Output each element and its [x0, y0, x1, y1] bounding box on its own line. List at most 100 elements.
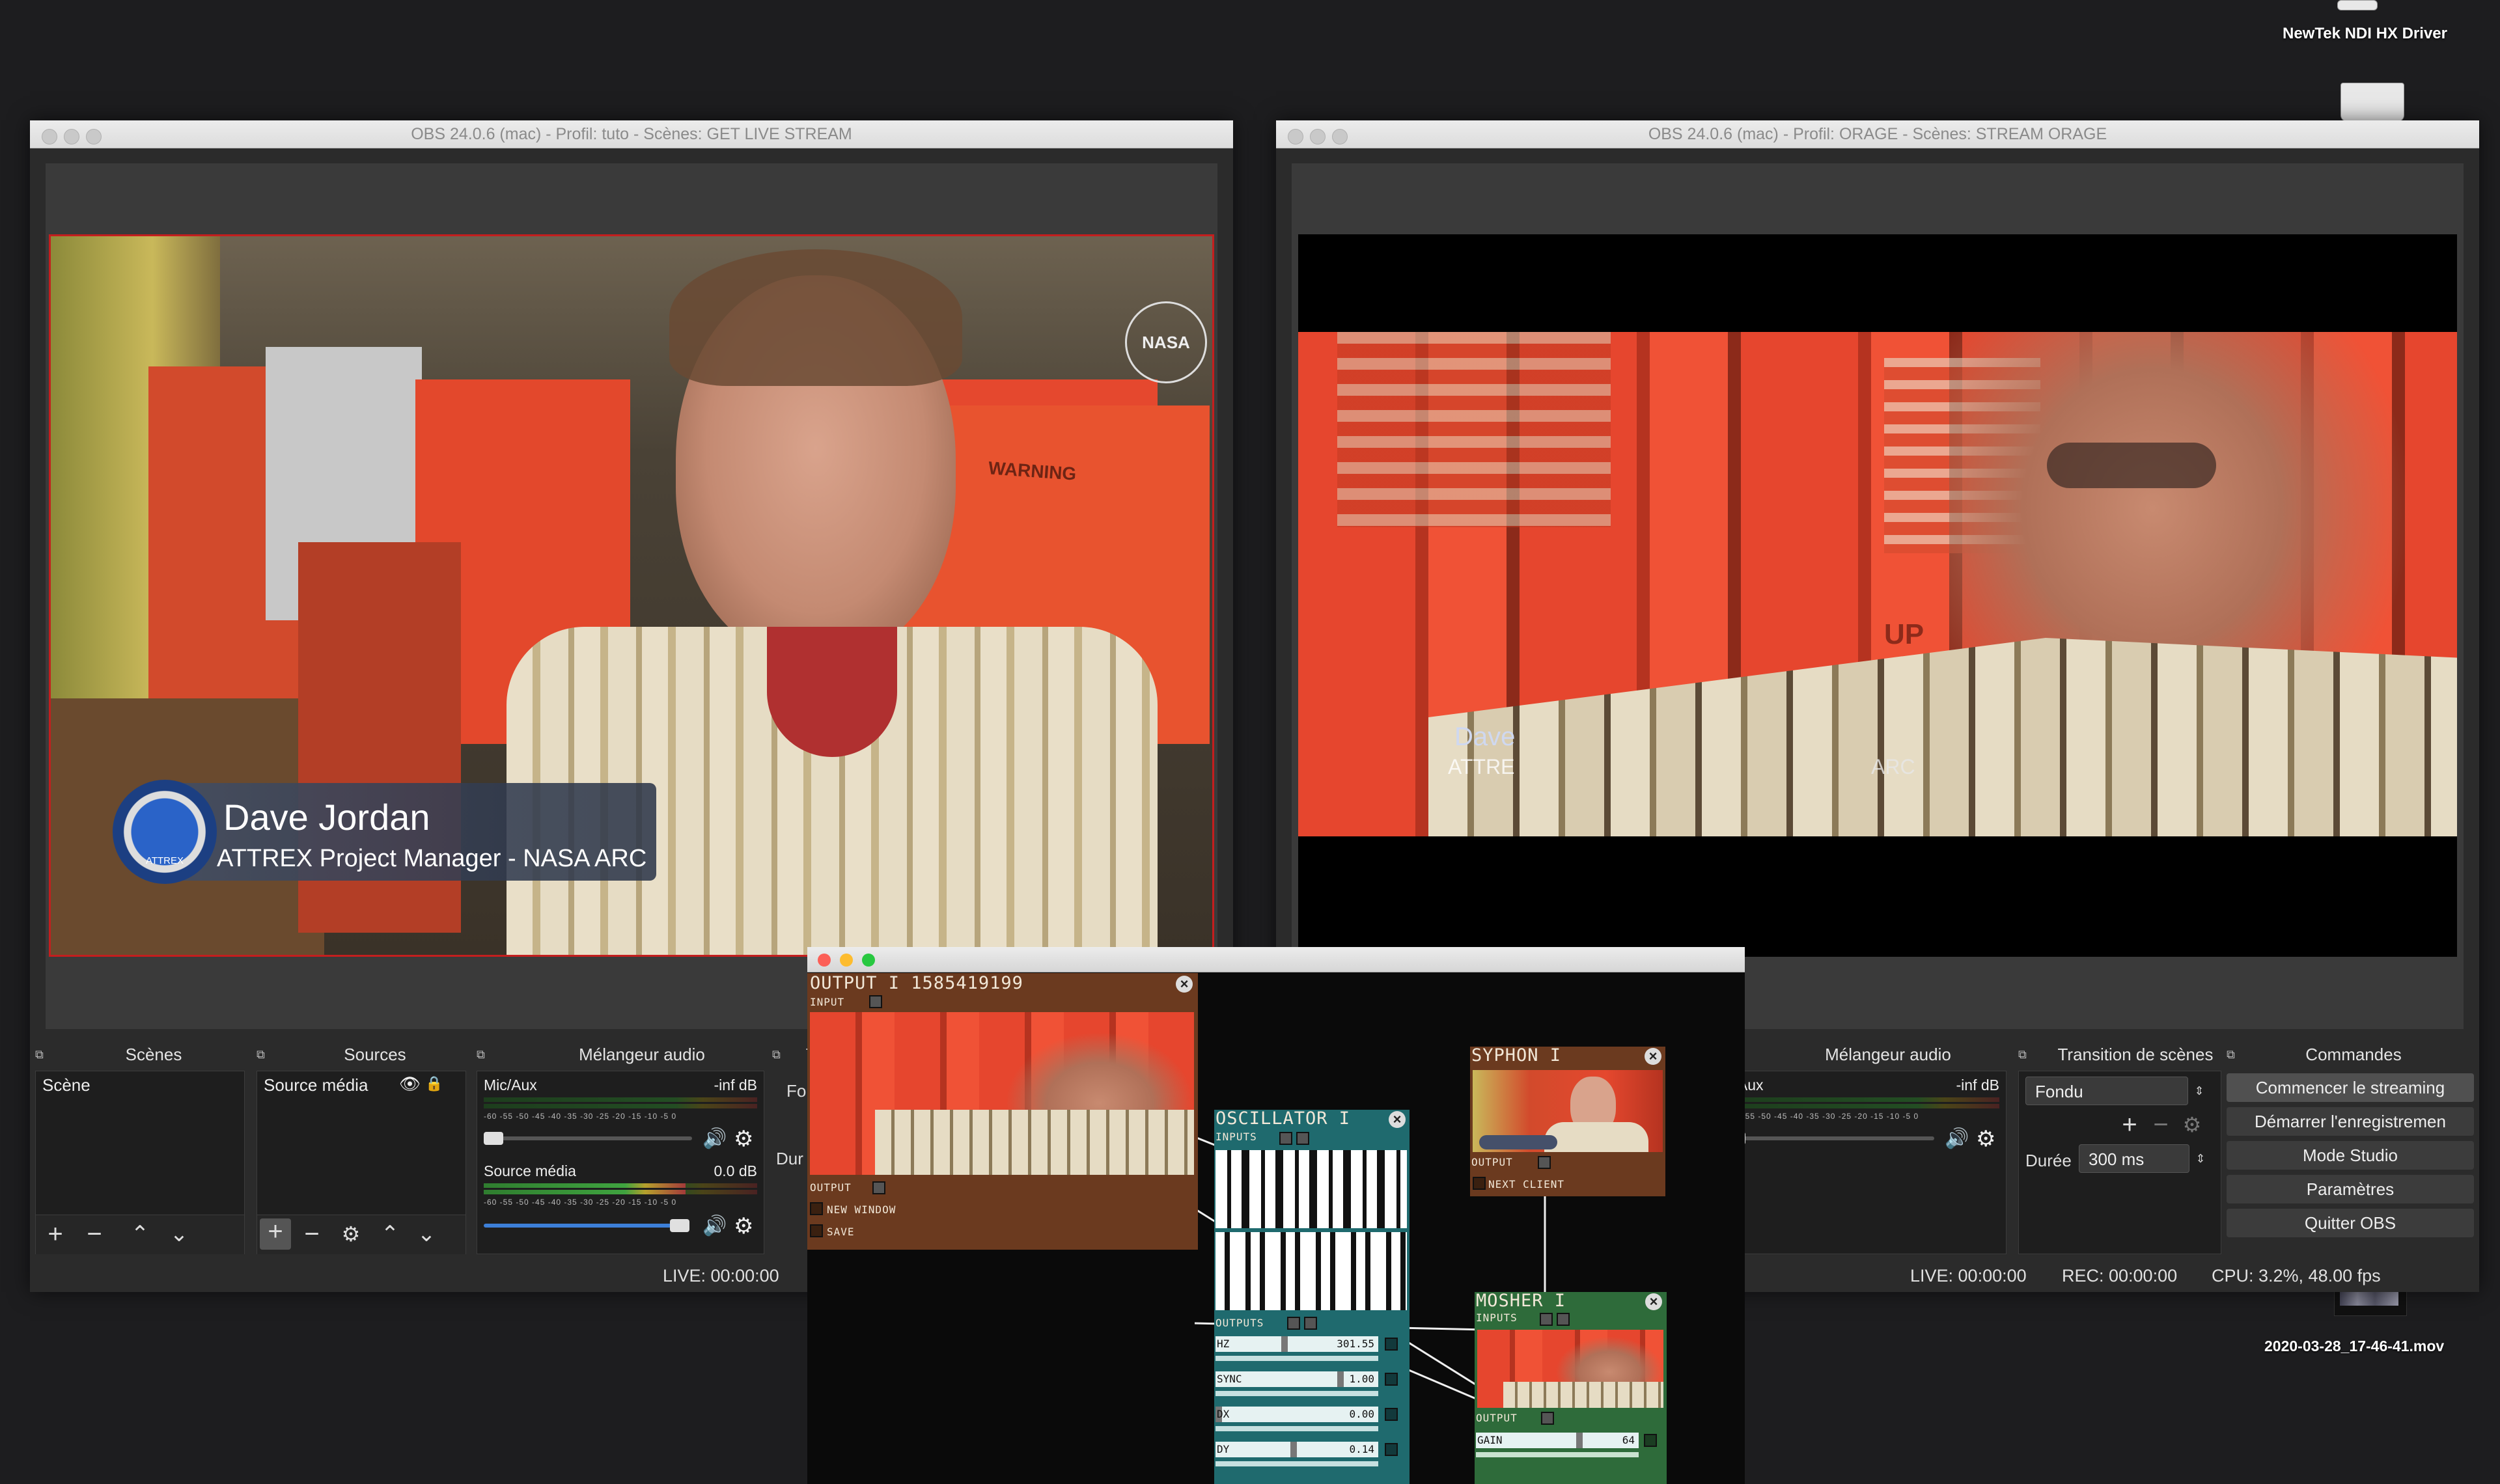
gain-slider-knob[interactable]	[1576, 1433, 1583, 1448]
oscillator-param-track	[1215, 1426, 1378, 1431]
move-scene-up-button[interactable]: ⌃	[127, 1221, 153, 1247]
movie-file-label[interactable]: 2020-03-28_17-46-41.mov	[2264, 1338, 2444, 1355]
move-scene-down-button[interactable]: ⌄	[166, 1221, 192, 1247]
oscillator-outputs-label: OUTPUTS	[1215, 1317, 1264, 1329]
remove-scene-button[interactable]: −	[81, 1221, 107, 1247]
volume-meter	[1726, 1104, 1999, 1108]
source-properties-gear-icon[interactable]: ⚙	[338, 1221, 364, 1247]
mixer-gear-icon[interactable]: ⚙	[734, 1213, 753, 1239]
dock-float-icon[interactable]: ⧉	[257, 1043, 265, 1065]
volume-slider[interactable]	[484, 1136, 692, 1140]
oscillator-param-slider[interactable]: DX 0.00	[1215, 1407, 1378, 1422]
oscillator-param-slider[interactable]: SYNC 1.00	[1215, 1371, 1378, 1387]
mosher-output-port[interactable]	[1541, 1412, 1554, 1425]
titlebar[interactable]: OBS 24.0.6 (mac) - Profil: tuto - Scènes…	[30, 120, 1233, 148]
start-streaming-button[interactable]: Commencer le streaming	[2227, 1073, 2474, 1102]
add-scene-button[interactable]: +	[42, 1221, 68, 1247]
remove-source-button[interactable]: −	[299, 1221, 325, 1247]
move-source-up-button[interactable]: ⌃	[377, 1221, 403, 1247]
syphon-output-port[interactable]	[1538, 1156, 1551, 1169]
oscillator-param-knob[interactable]	[1281, 1336, 1288, 1352]
drive-icon[interactable]	[2340, 83, 2404, 122]
volume-slider[interactable]	[1726, 1136, 1934, 1140]
ndi-drive-icon[interactable]	[2337, 0, 2378, 10]
speaker-icon[interactable]: 🔊	[1945, 1127, 1969, 1150]
output-output-port[interactable]	[872, 1181, 885, 1194]
preview-video[interactable]: WARNING NASA ATTREX Dave Jordan ATTREX P…	[49, 234, 1214, 957]
dock-float-icon[interactable]: ⧉	[2018, 1043, 2027, 1065]
oscillator-param-knob[interactable]	[1337, 1371, 1344, 1387]
oscillator-param-port[interactable]	[1385, 1408, 1398, 1421]
oscillator-node[interactable]: OSCILLATOR I × INPUTS OUTPUTS HZ 301.55 SY…	[1214, 1108, 1410, 1484]
oscillator-param-knob[interactable]	[1290, 1442, 1297, 1457]
dock-float-icon[interactable]: ⧉	[2227, 1043, 2235, 1065]
syphon-node[interactable]: SYPHON I × OUTPUT NEXT CLIENT	[1470, 1045, 1665, 1196]
oscillator-param-port[interactable]	[1385, 1373, 1398, 1386]
gain-slider[interactable]: GAIN 64	[1476, 1433, 1639, 1448]
source-item[interactable]: Source média	[264, 1075, 368, 1095]
mosher-input-port[interactable]	[1540, 1313, 1553, 1326]
duration-spinbox[interactable]: 300 ms	[2079, 1144, 2189, 1173]
move-source-down-button[interactable]: ⌄	[413, 1221, 439, 1247]
oscillator-param-slider[interactable]: HZ 301.55	[1215, 1336, 1378, 1352]
start-recording-button[interactable]: Démarrer l'enregistremen	[2227, 1107, 2474, 1136]
volume-slider-knob[interactable]	[670, 1219, 689, 1232]
add-source-button[interactable]: +	[260, 1218, 291, 1250]
mixer-gear-icon[interactable]: ⚙	[734, 1126, 753, 1152]
transition-gear-icon[interactable]: ⚙	[2179, 1112, 2205, 1138]
volume-slider-knob[interactable]	[484, 1132, 503, 1145]
syphon-preview-thumbnail	[1473, 1070, 1663, 1152]
preview-canvas[interactable]: Dave ATTRE ARC UP	[1292, 163, 2464, 1029]
volume-slider[interactable]	[484, 1224, 679, 1228]
output-node-close-icon[interactable]: ×	[1176, 976, 1193, 993]
output-node[interactable]: OUTPUT I 1585419199 × INPUT OUTPUT NEW W…	[807, 973, 1198, 1250]
lock-icon[interactable]: 🔒	[425, 1075, 443, 1092]
oscillator-output-port[interactable]	[1287, 1317, 1300, 1330]
ndi-driver-label[interactable]: NewTek NDI HX Driver	[2283, 25, 2447, 43]
oscillator-input-port[interactable]	[1296, 1132, 1309, 1145]
volume-meter	[484, 1097, 757, 1102]
meter-scale: -60 -55 -50 -45 -40 -35 -30 -25 -20 -15 …	[484, 1112, 677, 1121]
mosher-input-port[interactable]	[1557, 1313, 1570, 1326]
eye-icon[interactable]: 👁	[399, 1074, 421, 1094]
cpu-status: CPU: 3.2%, 48.00 fps	[2212, 1266, 2381, 1285]
oscillator-param-label: HZ	[1217, 1338, 1230, 1350]
save-checkbox[interactable]	[810, 1224, 823, 1237]
oscillator-output-port[interactable]	[1304, 1317, 1317, 1330]
dock-float-icon[interactable]: ⧉	[772, 1043, 781, 1065]
remove-transition-button[interactable]: −	[2148, 1112, 2174, 1138]
preview-canvas[interactable]: WARNING NASA ATTREX Dave Jordan ATTREX P…	[46, 163, 1217, 1029]
output-input-port[interactable]	[869, 995, 882, 1008]
speaker-icon[interactable]: 🔊	[702, 1127, 727, 1150]
select-arrows-icon[interactable]: ⇕	[2189, 1077, 2209, 1105]
sources-list[interactable]: Source média 👁 🔒 + − ⚙ ⌃ ⌄	[257, 1071, 466, 1254]
dock-float-icon[interactable]: ⧉	[477, 1043, 485, 1065]
spin-arrows-icon[interactable]: ⇕	[2191, 1144, 2210, 1173]
mixer-gear-icon[interactable]: ⚙	[1976, 1126, 1995, 1152]
scenes-list[interactable]: Scène + − ⌃ ⌄	[35, 1071, 245, 1254]
add-transition-button[interactable]: +	[2117, 1112, 2143, 1138]
syphon-node-close-icon[interactable]: ×	[1645, 1048, 1661, 1065]
studio-mode-button[interactable]: Mode Studio	[2227, 1141, 2474, 1170]
dock-float-icon[interactable]: ⧉	[35, 1043, 44, 1065]
mosher-node-close-icon[interactable]: ×	[1645, 1293, 1662, 1310]
lower-third-name: Dave Jordan	[223, 797, 430, 838]
output-node-title: OUTPUT I 1585419199	[810, 973, 1023, 993]
oscillator-param-label: DX	[1217, 1408, 1230, 1420]
scene-item[interactable]: Scène	[42, 1075, 90, 1095]
oscillator-param-slider[interactable]: DY 0.14	[1215, 1442, 1378, 1457]
oscillator-param-port[interactable]	[1385, 1338, 1398, 1351]
oscillator-input-port[interactable]	[1279, 1132, 1292, 1145]
quit-button[interactable]: Quitter OBS	[2227, 1209, 2474, 1237]
next-client-checkbox[interactable]	[1473, 1177, 1486, 1190]
new-window-checkbox[interactable]	[810, 1202, 823, 1215]
transition-select[interactable]: Fondu	[2025, 1077, 2188, 1105]
mosher-node[interactable]: MOSHER I × INPUTS OUTPUT GAIN 64	[1475, 1291, 1667, 1484]
speaker-icon[interactable]: 🔊	[702, 1215, 727, 1237]
gain-modulation-port[interactable]	[1644, 1434, 1657, 1447]
settings-button[interactable]: Paramètres	[2227, 1175, 2474, 1203]
titlebar[interactable]: OBS 24.0.6 (mac) - Profil: ORAGE - Scène…	[1276, 120, 2479, 148]
preview-video[interactable]: Dave ATTRE ARC UP	[1298, 234, 2457, 957]
oscillator-param-port[interactable]	[1385, 1443, 1398, 1456]
oscillator-node-close-icon[interactable]: ×	[1389, 1111, 1406, 1128]
